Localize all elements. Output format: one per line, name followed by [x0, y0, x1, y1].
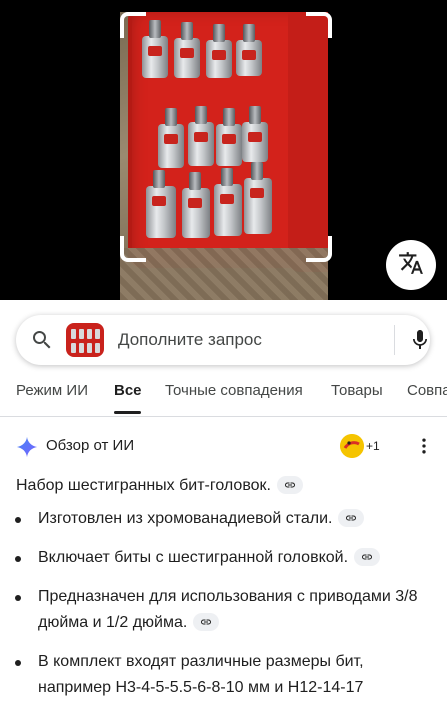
- bit-socket: [206, 24, 232, 78]
- link-icon: [362, 554, 373, 560]
- crop-handle-bottom-right[interactable]: [306, 236, 332, 262]
- search-bar[interactable]: Дополните запрос: [16, 315, 430, 365]
- mic-icon[interactable]: [408, 328, 432, 357]
- list-item: В комплект входят различные размеры бит,…: [0, 649, 447, 701]
- tab-all[interactable]: Все: [114, 382, 142, 399]
- crop-handle-top-right[interactable]: [306, 12, 332, 38]
- search-placeholder[interactable]: Дополните запрос: [118, 330, 262, 350]
- tab-products[interactable]: Товары: [331, 382, 383, 399]
- translate-icon: [398, 250, 424, 281]
- bit-socket: [174, 22, 200, 78]
- search-icon: [30, 328, 54, 357]
- bullet-text: Включает биты с шестигранной головкой.: [38, 549, 349, 566]
- bit-socket: [142, 20, 168, 78]
- ai-overview-header: Обзор от ИИ +1: [16, 434, 436, 458]
- link-icon: [284, 482, 295, 488]
- bit-socket: [188, 106, 214, 166]
- bullet-text: В комплект входят различные размеры бит,…: [38, 653, 364, 696]
- source-link-button[interactable]: [338, 508, 365, 527]
- source-link-button[interactable]: [276, 476, 303, 494]
- bit-socket: [244, 162, 272, 234]
- fabric-background: [120, 248, 328, 300]
- ai-overview-title: Обзор от ИИ: [46, 437, 135, 454]
- bit-socket: [214, 168, 242, 236]
- list-item: Предназначен для использования с привода…: [0, 584, 447, 636]
- bit-socket: [236, 24, 262, 76]
- source-link-button[interactable]: [354, 547, 381, 566]
- case-lid: [288, 12, 328, 272]
- query-image-thumbnail[interactable]: [66, 323, 104, 357]
- list-item: Изготовлен из хромованадиевой стали.: [0, 506, 447, 532]
- more-vert-icon[interactable]: [414, 436, 434, 461]
- bit-socket: [158, 108, 184, 168]
- product-photo[interactable]: [120, 12, 328, 300]
- list-item: Включает биты с шестигранной головкой.: [0, 545, 447, 571]
- bit-socket: [182, 172, 210, 238]
- ai-overview-bullets: Изготовлен из хромованадиевой стали. Вкл…: [0, 506, 447, 714]
- link-icon: [201, 619, 212, 625]
- tool-case: [128, 12, 328, 272]
- tab-ai-mode[interactable]: Режим ИИ: [16, 382, 88, 399]
- ai-summary-text: Набор шестигранных бит-головок.: [16, 477, 271, 495]
- link-icon: [346, 515, 357, 521]
- search-tabs: Режим ИИ Все Точные совпадения Товары Со…: [0, 370, 447, 417]
- bit-socket: [242, 106, 268, 162]
- ai-summary: Набор шестигранных бит-головок.: [16, 476, 303, 495]
- source-link-button[interactable]: [193, 612, 220, 631]
- bullet-text: Предназначен для использования с привода…: [38, 588, 418, 631]
- contributors-count[interactable]: +1: [366, 439, 380, 453]
- tab-matches[interactable]: Совпа: [407, 382, 447, 399]
- divider: [394, 325, 395, 355]
- gemini-sparkle-icon: [16, 436, 38, 463]
- contributor-avatar[interactable]: [340, 434, 364, 458]
- bit-socket: [146, 170, 176, 238]
- tab-exact-matches[interactable]: Точные совпадения: [165, 382, 303, 399]
- crop-handle-top-left[interactable]: [120, 12, 146, 38]
- translate-button[interactable]: [386, 240, 436, 290]
- crop-handle-bottom-left[interactable]: [120, 236, 146, 262]
- active-tab-indicator: [114, 411, 141, 414]
- bullet-text: Изготовлен из хромованадиевой стали.: [38, 510, 333, 527]
- bit-socket: [216, 108, 242, 166]
- image-viewer: [0, 0, 447, 300]
